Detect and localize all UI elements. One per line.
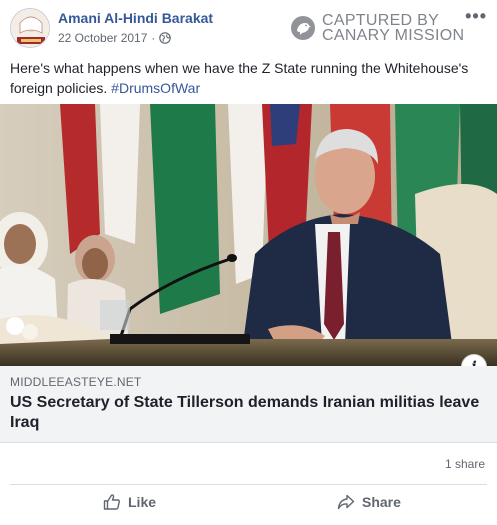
hashtag-link[interactable]: #DrumsOfWar: [111, 80, 200, 96]
share-label: Share: [362, 494, 401, 510]
share-button[interactable]: Share: [337, 493, 401, 511]
author-name[interactable]: Amani Al-Hindi Barakat: [58, 10, 213, 26]
link-title[interactable]: US Secretary of State Tillerson demands …: [10, 393, 486, 433]
ellipsis-icon[interactable]: •••: [465, 6, 487, 27]
post-text: Here's what happens when we have the Z S…: [10, 58, 490, 98]
news-photo: [0, 104, 497, 366]
thumbs-up-icon: [103, 494, 120, 510]
author-avatar[interactable]: [10, 8, 50, 48]
link-preview-image[interactable]: i: [0, 104, 497, 366]
canary-mission-watermark: CAPTURED BY CANARY MISSION: [290, 12, 465, 44]
post-date[interactable]: 22 October 2017: [58, 31, 147, 45]
watermark-line-2: CANARY MISSION: [322, 27, 465, 44]
post-meta: 22 October 2017 ·: [58, 31, 172, 45]
facebook-post: Amani Al-Hindi Barakat 22 October 2017 ·…: [0, 0, 497, 525]
globe-icon[interactable]: [159, 32, 172, 44]
watermark-line-1: CAPTURED BY: [322, 12, 440, 29]
link-preview[interactable]: MIDDLEEASTEYE.NET US Secretary of State …: [0, 366, 497, 443]
meta-separator: ·: [151, 31, 156, 45]
canary-bird-icon: [291, 16, 315, 40]
like-label: Like: [128, 494, 157, 510]
like-button[interactable]: Like: [103, 493, 156, 511]
link-domain: MIDDLEEASTEYE.NET: [10, 375, 142, 389]
share-count[interactable]: 1 share: [445, 457, 485, 471]
actions-divider: [10, 484, 487, 485]
post-body: Here's what happens when we have the Z S…: [10, 60, 469, 96]
share-arrow-icon: [337, 494, 355, 510]
